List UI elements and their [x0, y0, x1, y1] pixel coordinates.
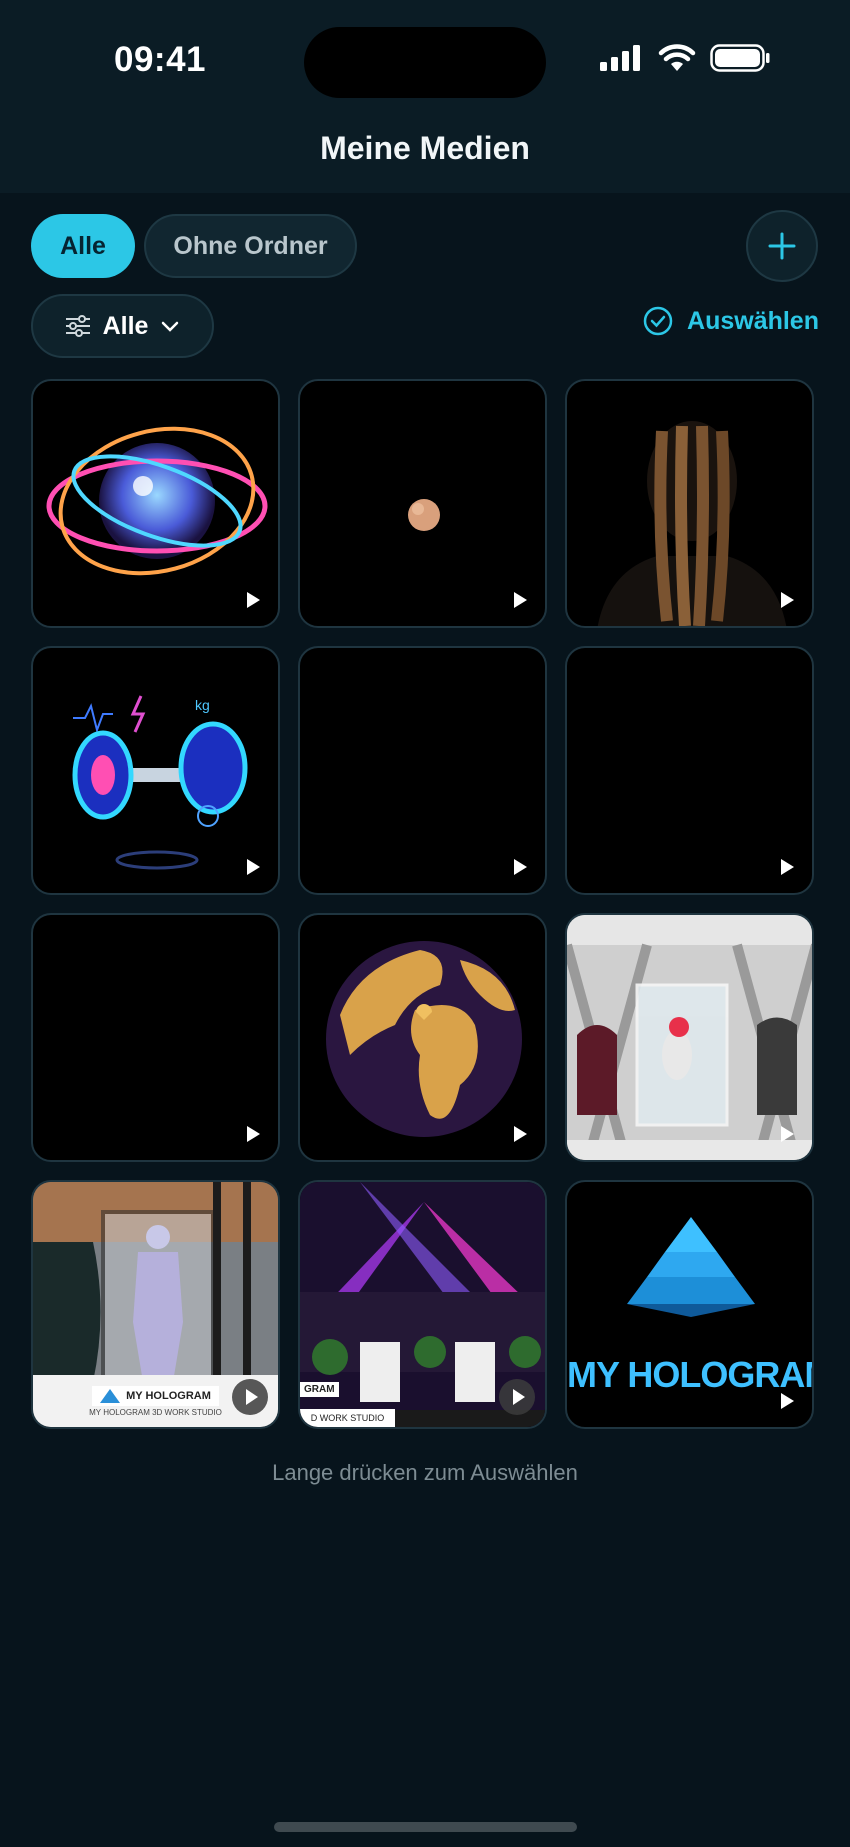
- hologram-logo-text: MY HOLOGRAM: [567, 1354, 814, 1395]
- media-tile-store[interactable]: [565, 913, 814, 1162]
- dumbbell-thumbnail: kg: [72, 695, 248, 870]
- media-tile-stage[interactable]: GRAM D WORK STUDIO: [298, 1180, 547, 1429]
- media-tile-black-1[interactable]: [298, 646, 547, 895]
- disco-ball-thumbnail: [46, 426, 268, 576]
- store-photo-thumbnail: [567, 915, 812, 1160]
- media-tile-braids[interactable]: [565, 379, 814, 628]
- filter-label: Alle: [102, 311, 149, 340]
- media-tile-pyramid-logo[interactable]: MY HOLOGRAM: [565, 1180, 814, 1429]
- play-icon: [514, 859, 527, 875]
- filter-button[interactable]: Alle: [31, 294, 214, 358]
- play-icon: [781, 1126, 794, 1142]
- status-icons: [600, 44, 770, 72]
- plus-icon: [768, 232, 796, 260]
- stage-badge: GRAM: [300, 1382, 339, 1397]
- dynamic-island: [304, 27, 546, 98]
- chip-all[interactable]: Alle: [31, 214, 135, 278]
- play-icon: [781, 1393, 794, 1409]
- play-icon: [514, 1126, 527, 1142]
- media-tile-globe[interactable]: [298, 913, 547, 1162]
- play-icon: [232, 1379, 268, 1415]
- select-button[interactable]: Auswählen: [643, 306, 819, 336]
- status-time: 09:41: [114, 40, 207, 79]
- kg-label: kg: [195, 697, 210, 713]
- play-icon: [781, 859, 794, 875]
- top-bar: 09:41 Meine Medien: [0, 0, 850, 193]
- badge-label: MY HOLOGRAM: [126, 1389, 211, 1402]
- chip-no-folder[interactable]: Ohne Ordner: [144, 214, 357, 278]
- caption-text: MY HOLOGRAM 3D WORK STUDIO: [89, 1407, 222, 1417]
- long-press-hint: Lange drücken zum Auswählen: [272, 1460, 578, 1485]
- sliders-icon: [65, 315, 90, 337]
- media-tile-small-object[interactable]: [298, 379, 547, 628]
- media-tile-black-3[interactable]: [31, 913, 280, 1162]
- media-tile-dumbbell[interactable]: kg: [31, 646, 280, 895]
- add-button[interactable]: [746, 210, 818, 282]
- play-icon: [247, 859, 260, 875]
- play-icon: [247, 1126, 260, 1142]
- play-icon: [247, 592, 260, 608]
- globe-thumbnail: [326, 941, 522, 1137]
- braids-thumbnail: [597, 421, 787, 626]
- page-title: Meine Medien: [320, 130, 530, 166]
- small-object-thumbnail: [408, 499, 440, 531]
- select-label: Auswählen: [687, 306, 819, 335]
- media-tile-disco-ball[interactable]: [31, 379, 280, 628]
- signal-icon: [600, 45, 640, 71]
- stage-caption: D WORK STUDIO: [300, 1409, 395, 1427]
- play-icon: [499, 1379, 535, 1415]
- checkmark-circle-icon: [643, 306, 673, 336]
- wifi-icon: [658, 44, 696, 71]
- home-indicator: [274, 1822, 577, 1832]
- media-tile-black-2[interactable]: [565, 646, 814, 895]
- my-hologram-badge: MY HOLOGRAM: [92, 1385, 219, 1406]
- battery-icon: [710, 44, 770, 72]
- media-tile-hologram-person[interactable]: MY HOLOGRAM MY HOLOGRAM 3D WORK STUDIO: [31, 1180, 280, 1429]
- pyramid-logo-icon: [100, 1388, 121, 1403]
- chevron-down-icon: [162, 321, 179, 332]
- play-icon: [781, 592, 794, 608]
- play-icon: [514, 592, 527, 608]
